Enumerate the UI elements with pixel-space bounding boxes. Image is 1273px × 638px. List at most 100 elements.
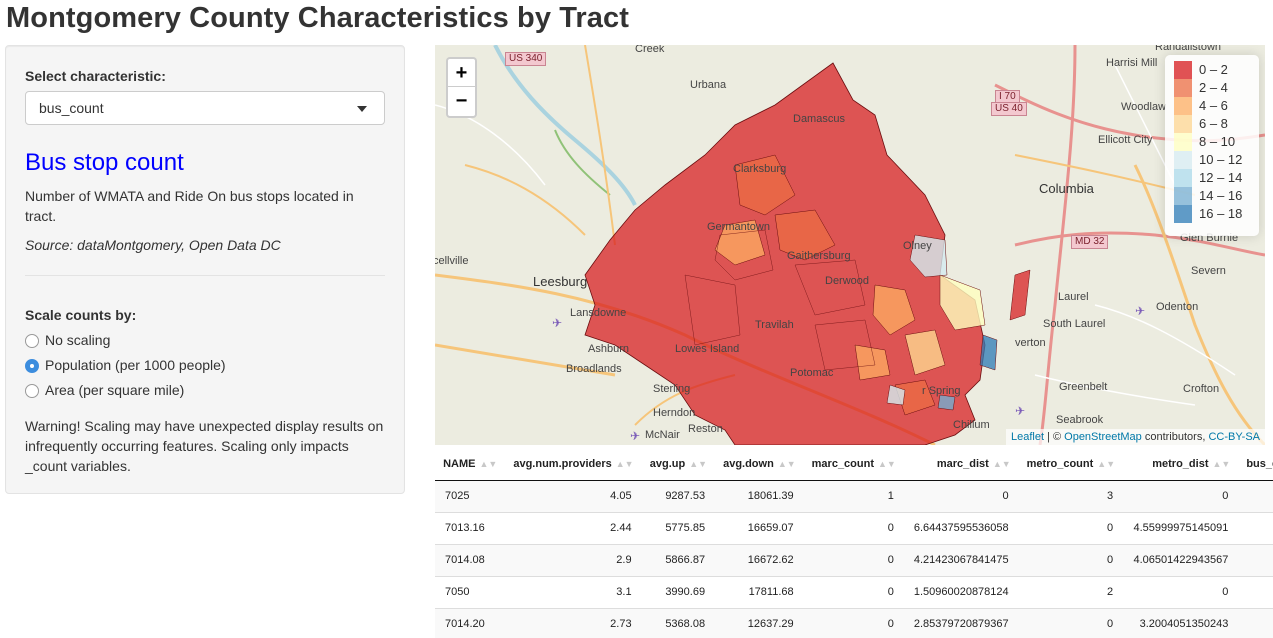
table-cell: 0 [1123, 479, 1239, 512]
legend-label: 10 – 12 [1199, 152, 1243, 167]
column-header[interactable]: avg.num.providers ▲▼ [505, 448, 642, 481]
place-label: Odenton [1156, 301, 1199, 313]
divider [25, 275, 385, 276]
legend-item: 0 – 2 [1171, 61, 1253, 79]
sort-icon: ▲▼ [615, 458, 634, 469]
table-cell: 0 [1123, 575, 1239, 608]
legend-swatch [1174, 115, 1192, 133]
place-label: Crofton [1183, 383, 1220, 395]
column-header[interactable]: marc_dist ▲▼ [903, 448, 1019, 481]
legend-label: 16 – 18 [1199, 206, 1243, 221]
variable-title: Bus stop count [25, 149, 184, 176]
column-header-label: bus_count [1246, 457, 1273, 470]
legend-swatch [1174, 133, 1192, 151]
table-cell [1238, 511, 1273, 544]
column-header-label: avg.num.providers [513, 457, 612, 470]
radio-button-icon[interactable] [25, 384, 39, 398]
leaflet-link[interactable]: Leaflet [1011, 431, 1044, 443]
column-header-label: avg.up [649, 457, 686, 470]
scale-counts-label: Scale counts by: [25, 307, 137, 323]
radio-button-selected-icon[interactable] [25, 359, 39, 373]
route-shield: MD 32 [1071, 235, 1109, 249]
map-container[interactable]: ✈ ✈ ✈ ✈ Creek US 340 Urbana Damascus Cla… [435, 45, 1265, 445]
table-cell: 1 [803, 479, 904, 512]
table-row[interactable]: 7025 4.05 9287.53 18061.39 1 0 3 0 [435, 479, 1273, 512]
column-header[interactable]: metro_dist ▲▼ [1123, 448, 1239, 481]
sort-icon: ▲▼ [1097, 458, 1116, 469]
license-link[interactable]: CC-BY-SA [1208, 431, 1260, 443]
column-header-name[interactable]: NAME ▲▼ [435, 448, 506, 481]
legend-swatch [1174, 187, 1192, 205]
table-row[interactable]: 7014.20 2.73 5368.08 12637.29 0 2.85379720879… [435, 607, 1273, 638]
place-label: Germantown [707, 221, 770, 233]
table-cell: 0 [803, 511, 904, 544]
table-cell: 16659.07 [715, 511, 804, 544]
place-label: Lowes Island [675, 343, 740, 355]
place-label: cellville [435, 255, 469, 267]
place-label: Leesburg [533, 274, 588, 289]
column-header-label: marc_count [811, 457, 874, 470]
table-row[interactable]: 7014.08 2.9 5866.87 16672.62 0 4.214230678414… [435, 543, 1273, 576]
sort-icon: ▲▼ [689, 458, 708, 469]
table-row[interactable]: 7013.16 2.44 5775.85 16659.07 0 6.64437595536… [435, 511, 1273, 544]
legend-item: 14 – 16 [1171, 187, 1253, 205]
table-header-row: NAME ▲▼ avg.num.providers ▲▼ avg.up ▲▼ avg.… [435, 448, 1273, 481]
place-label: Travilah [755, 319, 794, 331]
column-header[interactable]: bus_count▲▼ [1238, 448, 1273, 481]
table-cell: 2 [1018, 575, 1124, 608]
table-cell: 7014.20 [435, 607, 506, 638]
place-label: Randallstown [1155, 45, 1222, 53]
radio-label: Population (per 1000 people) [45, 357, 226, 373]
legend-item: 4 – 6 [1171, 97, 1253, 115]
table-cell: 18061.39 [715, 479, 804, 512]
legend-label: 14 – 16 [1199, 188, 1243, 203]
legend-label: 6 – 8 [1199, 116, 1228, 131]
table-cell: 3.2004051350243 [1123, 607, 1239, 638]
sort-icon: ▲▼ [992, 458, 1011, 469]
route-shield: US 340 [505, 52, 547, 66]
characteristic-select[interactable]: bus_count [25, 91, 385, 125]
legend-item: 6 – 8 [1171, 115, 1253, 133]
data-table-container: NAME ▲▼ avg.num.providers ▲▼ avg.up ▲▼ avg.… [435, 448, 1273, 638]
chevron-down-icon [357, 106, 367, 112]
legend-swatch [1174, 61, 1192, 79]
place-label: Olney [903, 240, 932, 252]
radio-label: Area (per square mile) [45, 382, 185, 398]
legend-label: 8 – 10 [1199, 134, 1236, 149]
osm-link[interactable]: OpenStreetMap [1064, 431, 1142, 443]
table-cell: 3990.69 [641, 575, 716, 608]
legend-label: 4 – 6 [1199, 98, 1228, 113]
column-header-label: metro_dist [1152, 457, 1209, 470]
table-cell: 7050 [435, 575, 506, 608]
legend-swatch [1174, 205, 1192, 223]
place-label: Sterling [653, 383, 691, 395]
column-header[interactable]: metro_count ▲▼ [1018, 448, 1124, 481]
legend-swatch [1174, 97, 1192, 115]
legend-item: 2 – 4 [1171, 79, 1253, 97]
table-cell: 2.73 [505, 607, 642, 638]
place-label: Laurel [1058, 291, 1089, 303]
place-label: Clarksburg [733, 163, 787, 175]
svg-text:✈: ✈ [1015, 404, 1025, 418]
characteristic-select-value: bus_count [39, 100, 104, 116]
zoom-in-button[interactable]: + [448, 59, 475, 87]
legend-label: 0 – 2 [1199, 62, 1228, 77]
zoom-out-button[interactable]: − [448, 87, 475, 115]
legend-item: 8 – 10 [1171, 133, 1253, 151]
radio-label: No scaling [45, 332, 111, 348]
table-row[interactable]: 7050 3.1 3990.69 17811.68 0 1.50960020878124 2… [435, 575, 1273, 608]
column-header[interactable]: marc_count ▲▼ [803, 448, 904, 481]
page-title: Montgomery County Characteristics by Tra… [6, 2, 630, 34]
column-header-label: avg.down [723, 457, 774, 470]
table-cell: 4.55999975145091 [1123, 511, 1239, 544]
table-cell: 2.44 [505, 511, 642, 544]
column-header[interactable]: avg.down ▲▼ [715, 448, 804, 481]
table-cell [1238, 575, 1273, 608]
variable-description: Number of WMATA and Ride On bus stops lo… [25, 188, 354, 224]
radio-button-icon[interactable] [25, 334, 39, 348]
legend-label: 2 – 4 [1199, 80, 1228, 95]
sort-icon: ▲▼ [1212, 458, 1231, 469]
place-label: Harrisi Mill [1106, 57, 1158, 69]
table-cell: 9287.53 [641, 479, 716, 512]
column-header[interactable]: avg.up ▲▼ [641, 448, 716, 481]
